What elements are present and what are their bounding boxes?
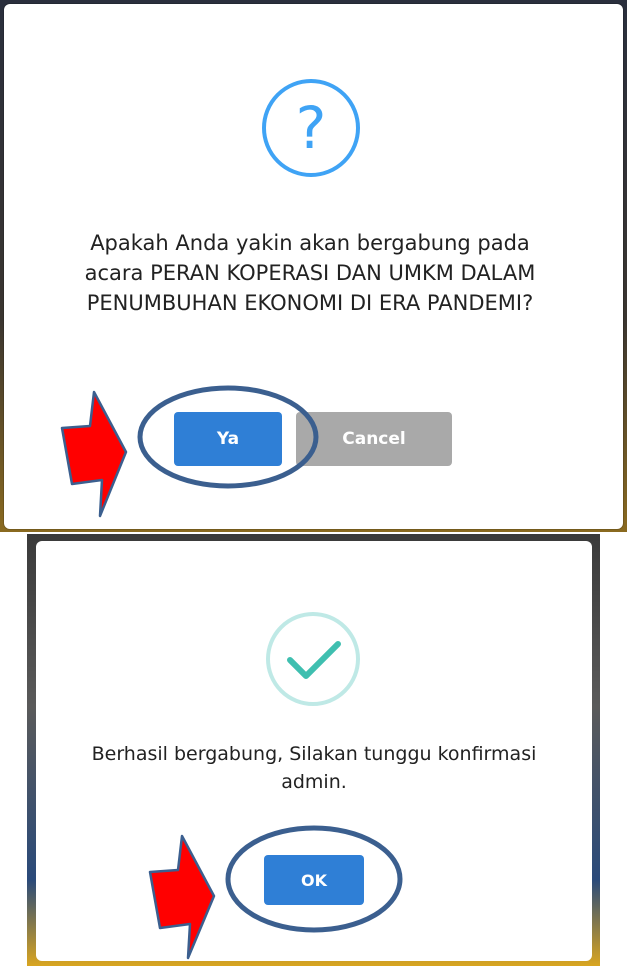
success-message: Berhasil bergabung, Silakan tunggu konfi…	[91, 743, 537, 793]
checkmark-icon	[266, 612, 360, 706]
checkmark-svg	[287, 641, 341, 679]
question-icon: ?	[262, 79, 360, 177]
confirm-message: Apakah Anda yakin akan bergabung pada ac…	[84, 231, 536, 315]
confirm-yes-button[interactable]: Ya	[174, 412, 282, 466]
confirm-cancel-button[interactable]: Cancel	[296, 412, 452, 466]
success-ok-button[interactable]: OK	[264, 855, 364, 905]
question-glyph: ?	[295, 94, 327, 162]
